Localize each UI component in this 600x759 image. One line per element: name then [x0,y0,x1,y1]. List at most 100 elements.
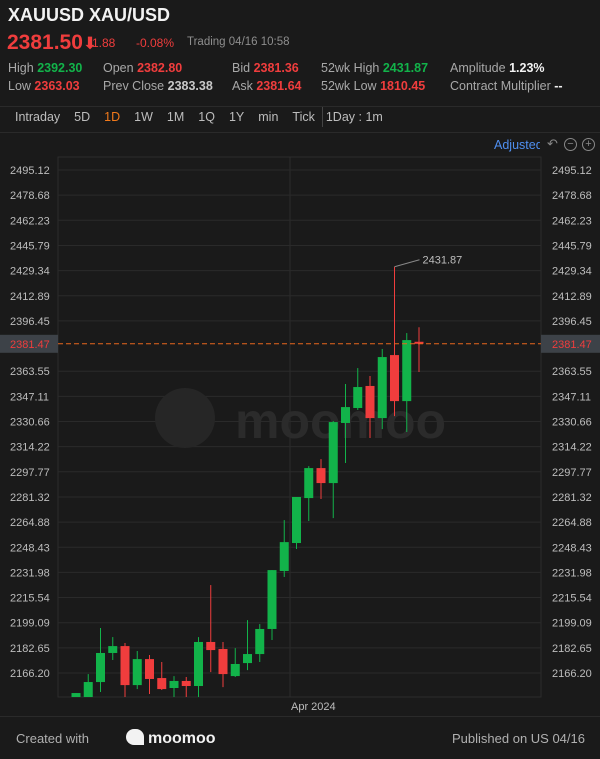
y-tick-label-right: 2429.34 [552,266,592,278]
candle-body [267,570,277,629]
minus-circle-icon[interactable]: − [564,138,577,151]
period-tabs: Intraday 5D 1D 1W 1M 1Q 1Y min Tick 1Day : 1m [8,107,390,127]
last-price-label-left: 2381.47 [10,339,50,351]
stat-label: Ask [232,79,253,93]
tab-1y[interactable]: 1Y [222,110,251,127]
candle [353,368,363,410]
y-tick-label-left: 2166.20 [10,668,50,680]
y-tick-label-right: 2396.45 [552,316,592,328]
candle [414,327,424,373]
candle [292,496,301,549]
candle [377,348,387,430]
candle-body [304,468,314,499]
candle-body [230,663,240,677]
divider [0,716,600,717]
y-tick-label-left: 2495.12 [10,165,50,177]
candle [328,420,338,519]
candle [157,662,167,690]
stat-value: 2382.80 [137,61,183,75]
divider [0,132,600,133]
stat-value: 2363.03 [34,79,80,93]
candle-body [96,652,105,683]
tab-1q[interactable]: 1Q [191,110,222,127]
interval-selector[interactable]: 1Day : 1m [323,110,390,127]
y-tick-label-right: 2412.89 [552,291,592,303]
y-tick-label-right: 2314.22 [552,442,592,454]
adjusted-button[interactable]: Adjusted [494,138,540,152]
stat-value: 2381.64 [256,79,302,93]
stat-prev-close: Prev Close 2383.38 [103,79,213,93]
candle-body [243,654,252,664]
y-tick-label-right: 2363.55 [552,366,592,378]
candle-body [120,646,130,686]
watermark-logo-icon [155,388,215,448]
y-tick-label-right: 2478.68 [552,190,592,202]
undo-icon[interactable]: ↶ [546,137,559,151]
candle [120,643,130,697]
y-tick-label-right: 2215.54 [552,593,592,605]
max-annotation-line [394,259,420,268]
candle-body [279,542,289,572]
y-tick-label-left: 2429.34 [10,266,50,278]
trading-status: Trading 04/16 10:58 [187,36,290,48]
stat-label: Amplitude [450,61,506,75]
divider [0,106,600,107]
stat-label: Open [103,61,134,75]
y-tick-label-left: 2281.32 [10,492,50,504]
published-text: Published on US 04/16 [452,731,585,746]
tab-1w[interactable]: 1W [127,110,160,127]
candle [169,676,179,697]
y-tick-label-left: 2330.66 [10,417,50,429]
candle [279,520,289,577]
stat-label: Prev Close [103,79,165,93]
candle [267,570,277,640]
tab-1d[interactable]: 1D [97,110,127,127]
candle-body [390,355,399,402]
stat-label: 52wk Low [321,79,377,93]
stat-label: High [8,61,34,75]
moomoo-logo: moomoo [126,729,216,748]
y-tick-label-left: 2412.89 [10,291,50,303]
y-tick-label-left: 2182.65 [10,643,50,655]
candle-body [292,496,301,544]
plus-circle-icon[interactable]: + [582,138,595,151]
candle-body [365,385,375,419]
price-value: 2381.50 [7,31,83,54]
candle [206,585,216,673]
tab-intraday[interactable]: Intraday [8,110,67,127]
candle-body [71,693,81,698]
y-tick-label-right: 2297.77 [552,467,592,479]
y-tick-label-right: 2264.88 [552,517,592,529]
y-tick-label-right: 2182.65 [552,643,592,655]
stat-open: Open 2382.80 [103,61,182,75]
y-tick-label-right: 2231.98 [552,567,592,579]
tab-1m[interactable]: 1M [160,110,191,127]
y-tick-label-left: 2264.88 [10,517,50,529]
candle [83,674,93,698]
price-change: -1.88 [88,36,116,50]
tab-tick[interactable]: Tick [285,110,321,127]
candle-body [218,649,228,675]
y-tick-label-left: 2445.79 [10,240,50,252]
y-tick-label-left: 2231.98 [10,567,50,579]
candle [390,266,399,417]
y-tick-label-right: 2462.23 [552,215,592,227]
x-axis-label: Apr 2024 [291,701,336,713]
tab-min[interactable]: min [251,110,285,127]
y-tick-label-left: 2363.55 [10,366,50,378]
candle-body [353,387,363,408]
candle-body [169,680,179,688]
stat-value: 2383.38 [167,79,213,93]
stat-value: 2381.36 [253,61,299,75]
y-tick-label-left: 2314.22 [10,442,50,454]
candle [316,459,326,499]
candle-body [83,682,93,698]
stat-value: 2392.30 [37,61,83,75]
tab-5d[interactable]: 5D [67,110,97,127]
last-price: 2381.50⬇ [7,31,97,55]
stat-value: 1.23% [509,61,545,75]
y-tick-label-left: 2478.68 [10,190,50,202]
candle-body [157,678,167,690]
y-tick-label-right: 2199.09 [552,618,592,630]
max-annotation: 2431.87 [423,255,463,267]
